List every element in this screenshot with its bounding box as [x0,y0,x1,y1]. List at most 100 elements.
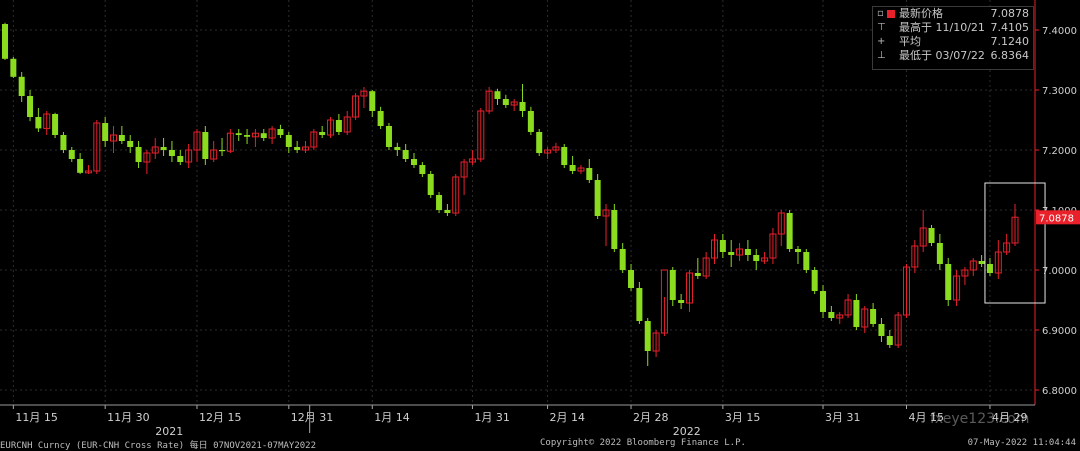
candle-body [10,58,17,77]
y-tick-label: 6.9000 [1042,326,1077,337]
y-tick-label: 7.2000 [1042,146,1077,157]
candle-body [586,168,593,180]
candle-body [411,159,418,165]
x-tick-label: 12月 31 [291,411,334,424]
candle-body [260,133,267,138]
candle-body [611,210,618,249]
candle-body [619,249,626,270]
legend-avg-icon: + [877,36,886,47]
candle-body [669,270,676,300]
candle-body [27,96,34,117]
candle-body [719,240,726,252]
candle-body [168,150,175,156]
candle-body [628,270,635,288]
x-tick-label: 1月 31 [474,411,510,424]
x-tick-label: 3月 31 [825,411,861,424]
y-tick-label: 7.3000 [1042,86,1077,97]
x-tick-label: 11月 30 [107,411,149,424]
candle-body [436,195,443,210]
candle-body [811,270,818,291]
candle-body [753,255,760,261]
legend-high-row: ⊤ 最高于 11/10/21 7.4105 [873,21,1033,35]
candle-body [786,213,793,249]
candle-body [678,300,685,303]
candle-body [419,165,426,174]
candle-body [494,91,501,99]
y-tick-label: 6.8000 [1042,386,1077,397]
candle-body [77,159,84,173]
footer-timestamp: 07-May-2022 11:04:44 [967,438,1076,448]
candle-body [402,150,409,159]
candle-body [244,135,251,137]
legend-last-label: 最新价格 [899,7,943,20]
candle-body [219,150,226,152]
legend-low-row: ⊥ 最低于 03/07/22 6.8364 [873,49,1033,63]
candle-body [986,264,993,273]
candle-body [803,252,810,270]
x-tick-label: 11月 15 [15,411,58,424]
candle-body [377,111,384,126]
candle-body [102,123,109,141]
candle-body [60,135,67,150]
candle-body [744,249,751,255]
candle-body [636,288,643,321]
candle-body [694,273,701,276]
footer-copyright: Copyright© 2022 Bloomberg Finance L.P. [540,438,746,448]
candle-body [335,120,342,132]
candle-body [118,135,125,141]
candle-body [444,210,451,213]
candle-body [519,102,526,111]
candle-body [394,147,401,150]
candle-body [594,180,601,216]
legend-box: ▫ 最新价格 7.0878 ⊤ 最高于 11/10/21 7.4105 + 平均… [872,6,1034,70]
candle-body [644,321,651,351]
year-label: 2021 [155,425,183,438]
legend-high-label: 最高于 11/10/21 [899,21,985,34]
candle-body [285,135,292,147]
candle-body [978,261,985,264]
candle-body [527,111,534,132]
legend-high-value: 7.4105 [990,21,1030,34]
legend-avg-value: 7.1240 [990,35,1030,48]
candle-body [18,76,25,96]
legend-last-swatch [887,10,895,18]
legend-last-value: 7.0878 [990,7,1030,20]
candle-body [385,126,392,147]
candle-body [135,147,142,162]
legend-low-icon: ⊥ [877,50,886,61]
candle-body [68,150,75,159]
x-tick-label: 3月 15 [725,411,761,424]
candle-body [828,312,835,318]
legend-avg-row: + 平均 7.1240 [873,35,1033,49]
year-label: 2022 [673,425,701,438]
legend-avg-label: 平均 [899,35,921,48]
candle-body [277,129,284,135]
x-tick-label: 12月 15 [199,411,242,424]
legend-square-icon: ▫ [877,8,884,19]
candle-body [870,309,877,324]
candle-body [878,324,885,336]
last-price-label: 7.0878 [1039,213,1074,224]
candle-body [319,132,326,135]
legend-high-icon: ⊤ [877,22,886,33]
candle-body [127,141,134,147]
legend-last-row: ▫ 最新价格 7.0878 [873,7,1033,21]
candle-body [502,99,509,105]
candle-body [294,147,301,150]
candle-body [235,133,242,135]
candle-body [35,117,42,129]
legend-low-label: 最低于 03/07/22 [899,49,985,62]
x-tick-label: 2月 28 [633,411,669,424]
candle-body [177,156,184,162]
x-tick-label: 1月 14 [374,411,410,424]
candle-body [160,147,167,150]
candle-body [794,249,801,252]
candle-body [945,264,952,300]
footer-ticker: EURCNH Curncy (EUR-CNH Cross Rate) 每日 07… [0,441,317,451]
watermark-text: fxeye123.com [930,411,1029,427]
legend-low-value: 6.8364 [990,49,1030,62]
candle-body [561,147,568,165]
candle-body [569,165,576,171]
candle-body [369,91,376,111]
candle-body [536,132,543,153]
